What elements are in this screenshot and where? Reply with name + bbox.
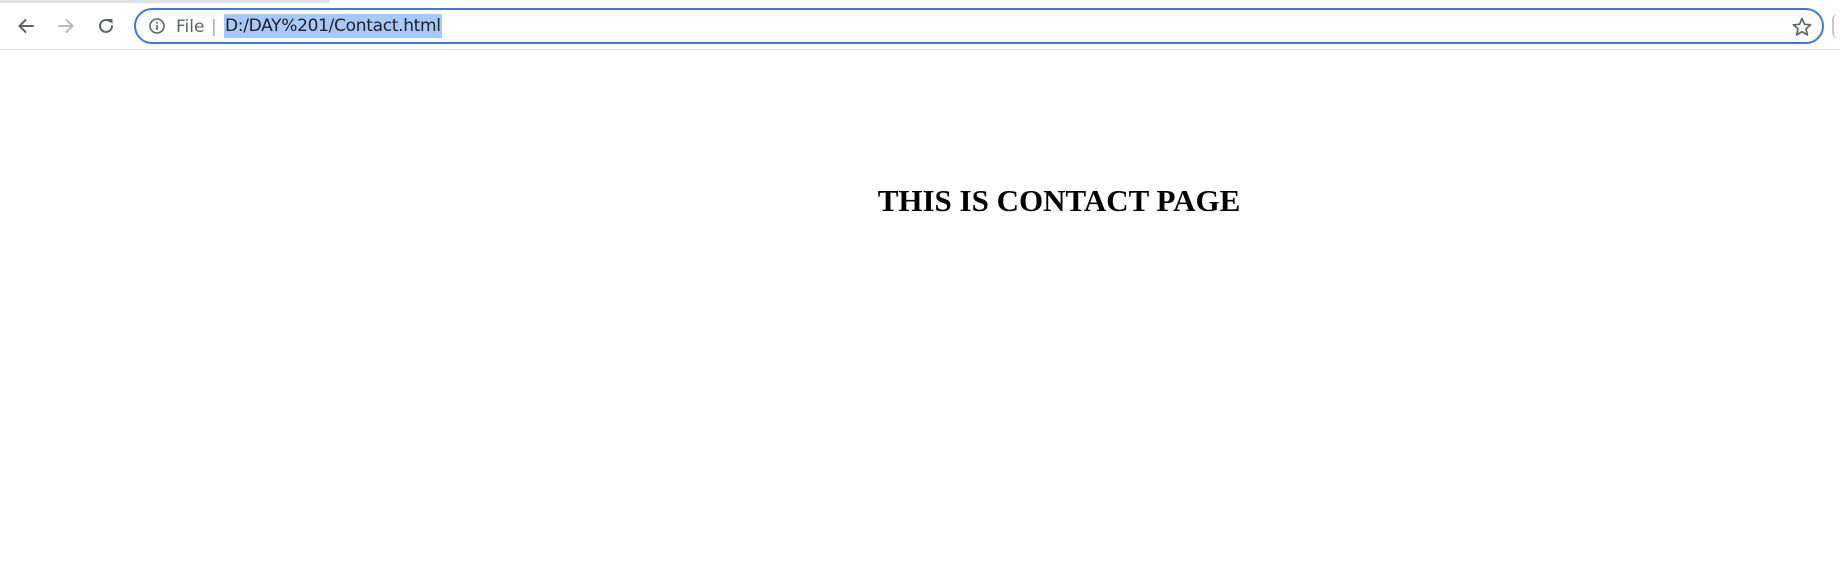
- info-icon[interactable]: [148, 17, 166, 35]
- back-button[interactable]: [9, 9, 43, 43]
- forward-button[interactable]: [49, 9, 83, 43]
- address-bar[interactable]: File | D:/DAY%201/Contact.html: [134, 8, 1824, 44]
- reload-button[interactable]: [89, 9, 123, 43]
- arrow-right-icon: [58, 19, 74, 33]
- reload-icon: [99, 18, 113, 33]
- scheme-chip-label: File: [176, 17, 205, 37]
- tab-strip-edge: [0, 0, 330, 3]
- page-content: THIS IS CONTACT PAGE: [0, 50, 1840, 569]
- url-text[interactable]: D:/DAY%201/Contact.html: [224, 14, 442, 38]
- toolbar-edge-divider: [1832, 14, 1838, 38]
- scheme-separator: |: [211, 17, 217, 37]
- arrow-left-icon: [18, 19, 34, 33]
- browser-toolbar: File | D:/DAY%201/Contact.html: [0, 0, 1840, 50]
- page-heading: THIS IS CONTACT PAGE: [877, 183, 1241, 218]
- star-icon[interactable]: [1791, 16, 1813, 38]
